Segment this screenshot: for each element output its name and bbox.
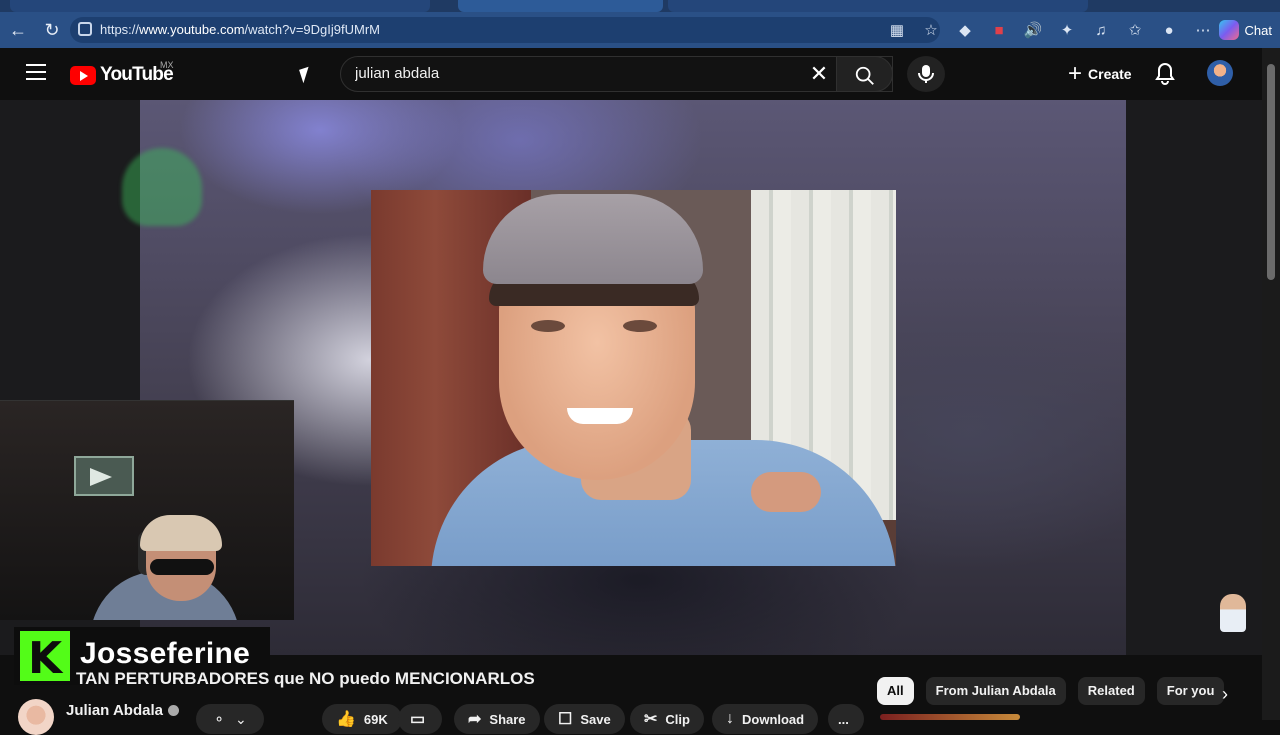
browser-toolbar: ▦ ☆ ◆ ■ 🔊 ✦ ♫ ✩ ● ⋯ [885,18,1215,42]
save-button[interactable]: ☐ Save [544,704,625,734]
create-button[interactable]: + Create [1056,58,1144,90]
recommended-video-thumbnail[interactable] [880,714,1020,720]
copilot-icon [1218,20,1239,40]
favorites-icon[interactable]: ✩ [1123,18,1147,42]
country-code: MX [160,60,174,70]
youtube-header: YouTube MX ✕ + Create [0,48,1262,100]
extension-diamond-icon[interactable]: ◆ [953,18,977,42]
share-icon: ➦ [468,711,482,728]
save-label: Save [580,711,611,727]
more-actions-label: ... [838,711,849,727]
media-control-icon[interactable]: ♫ [1089,18,1113,42]
microphone-icon [918,65,934,83]
share-button[interactable]: ➦ Share [454,704,540,734]
share-label: Share [489,711,526,727]
video-photo [371,190,896,566]
url-field[interactable]: https://www.youtube.com/watch?v=9DgIj9fU… [70,17,940,43]
scissors-icon: ✂ [644,711,658,728]
plus-icon: + [1068,60,1083,87]
bell-small-icon: ⚬ [213,710,225,727]
search-icon [855,66,874,85]
extension-badge-icon[interactable]: ■ [987,18,1011,42]
channel-watermark-icon [122,148,202,226]
site-info-icon[interactable] [78,22,92,36]
verified-badge-icon [167,704,179,716]
audio-icon[interactable]: 🔊 [1021,18,1045,42]
reload-icon[interactable]: ↻ [40,18,64,42]
apps-icon[interactable]: ▦ [885,18,909,42]
chat-label: Chat [1244,22,1272,38]
notifications-bell-icon[interactable] [1154,62,1176,86]
copilot-chat-button[interactable]: Chat [1218,18,1272,42]
chip-all[interactable]: All [877,677,914,705]
streamer-name: Josseferine [80,637,251,670]
webcam-overlay [0,400,294,620]
video-title: TAN PERTURBADORES que NO puedo MENCIONAR… [76,669,535,688]
clear-search-icon[interactable]: ✕ [807,63,831,87]
recommendation-chips: All From Julian Abdala Related For you [877,677,1225,705]
browser-tab-strip [0,0,1280,12]
back-icon[interactable]: ← [6,18,30,42]
menu-icon[interactable] [26,64,46,80]
create-label: Create [1088,66,1132,82]
channel-avatar[interactable] [18,699,54,735]
chip-related[interactable]: Related [1077,677,1145,705]
favorite-star-icon[interactable]: ☆ [919,18,943,42]
browser-tab-active[interactable] [458,0,663,12]
browser-tab[interactable] [668,0,1088,12]
save-icon: ☐ [558,711,573,728]
clip-button[interactable]: ✂ Clip [630,704,704,734]
like-button[interactable]: 👍 69K [322,704,402,734]
thumbs-up-icon: 👍 [336,711,356,728]
exit-sign-icon [74,456,134,496]
page-scrollbar[interactable] [1262,48,1280,720]
download-label: Download [742,711,805,727]
browser-tab[interactable] [10,0,430,12]
chevron-down-icon: ⌄ [235,710,247,727]
subscription-bell-button[interactable]: ⚬ ⌄ [196,704,264,734]
dislike-button[interactable]: ▭ [398,704,442,734]
more-menu-icon[interactable]: ⋯ [1191,18,1215,42]
url-text: https://www.youtube.com/watch?v=9DgIj9fU… [100,22,380,37]
search-input[interactable] [355,65,795,82]
voice-search-button[interactable] [907,56,945,92]
search-box[interactable]: ✕ [340,56,893,92]
like-count: 69K [363,711,388,727]
download-icon: ↓ [726,710,734,727]
youtube-logo[interactable]: YouTube [70,64,174,86]
search-button[interactable] [836,56,893,92]
channel-row: Julian Abdala [18,698,179,735]
download-button[interactable]: ↓ Download [712,704,819,734]
extensions-puzzle-icon[interactable]: ✦ [1055,18,1079,42]
scrollbar-thumb[interactable] [1267,64,1275,280]
clip-label: Clip [665,711,690,727]
youtube-play-icon [70,65,96,85]
account-avatar[interactable] [1207,60,1233,86]
thumbs-down-icon: ▭ [410,711,426,728]
chevron-right-icon[interactable]: › [1214,684,1236,706]
profile-icon[interactable]: ● [1157,18,1181,42]
browser-address-bar: ← ↻ https://www.youtube.com/watch?v=9DgI… [0,12,1280,48]
channel-name[interactable]: Julian Abdala [66,702,163,719]
kick-logo-icon [20,631,70,684]
floating-avatar-icon [1220,594,1246,632]
chip-from-channel[interactable]: From Julian Abdala [925,677,1066,705]
more-actions-button[interactable]: ... [828,704,864,734]
